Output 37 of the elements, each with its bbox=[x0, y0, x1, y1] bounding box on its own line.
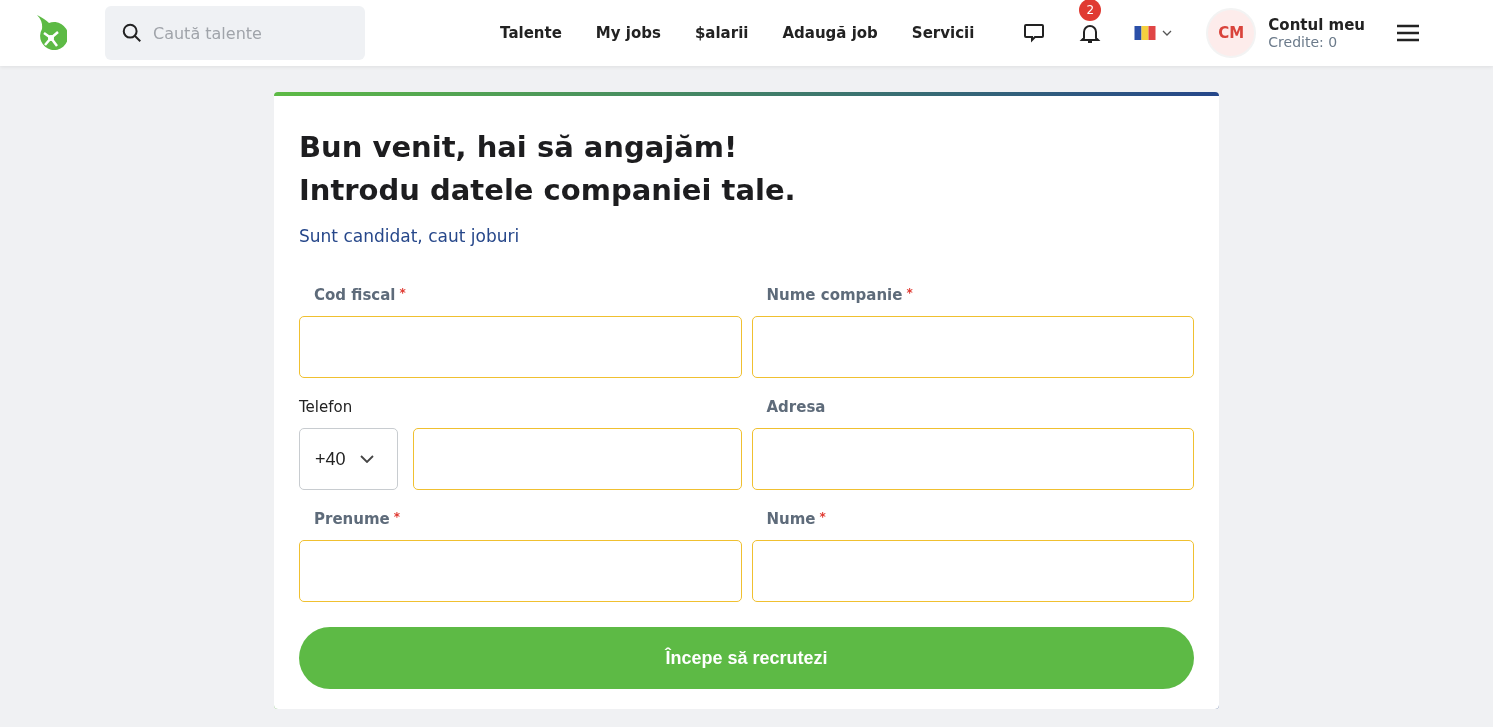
text-input[interactable] bbox=[751, 540, 1194, 602]
required-mark: * bbox=[393, 510, 400, 524]
text-input[interactable] bbox=[751, 316, 1194, 378]
chevron-down-icon bbox=[1162, 30, 1173, 36]
required-mark: * bbox=[906, 286, 913, 300]
phone-input[interactable] bbox=[413, 428, 742, 490]
required-mark: * bbox=[819, 510, 826, 524]
user-avatar[interactable]: CM bbox=[1206, 8, 1257, 58]
account-title[interactable]: Contul meu bbox=[1268, 16, 1365, 34]
nav-link[interactable]: $alarii bbox=[678, 24, 765, 42]
field-label: Cod fiscal bbox=[314, 286, 396, 304]
nav-link[interactable]: Servicii bbox=[895, 24, 991, 42]
text-input[interactable] bbox=[299, 316, 742, 378]
field-label: Nume companie bbox=[766, 286, 903, 304]
required-mark: * bbox=[399, 286, 406, 300]
search-field[interactable]: Caută talente bbox=[105, 6, 365, 60]
text-input[interactable] bbox=[751, 428, 1194, 490]
nav-link[interactable]: Adaugă job bbox=[766, 24, 894, 42]
chevron-down-icon bbox=[359, 455, 374, 463]
form-title: Introdu datele companiei tale. bbox=[299, 172, 797, 209]
nav-link[interactable]: Talente bbox=[484, 24, 578, 42]
field-label: Telefon bbox=[299, 398, 353, 416]
flag-icon bbox=[1134, 26, 1157, 40]
menu-icon bbox=[1397, 24, 1419, 42]
field-label: Prenume bbox=[314, 510, 390, 528]
chat-icon bbox=[1022, 21, 1047, 45]
nav-link[interactable]: My jobs bbox=[579, 24, 677, 42]
country-code-select[interactable]: +40 bbox=[299, 428, 398, 490]
search-input[interactable]: Caută talente bbox=[153, 6, 349, 60]
candidate-link[interactable]: Sunt candidat, caut joburi bbox=[299, 226, 520, 246]
form-title: Bun venit, hai să angajăm! bbox=[299, 129, 739, 166]
search-icon bbox=[121, 22, 143, 44]
credits-text: Credite: 0 bbox=[1268, 34, 1339, 50]
field-label: Adresa bbox=[766, 398, 826, 416]
notification-badge: 2 bbox=[1079, 0, 1102, 21]
text-input[interactable] bbox=[299, 540, 742, 602]
field-label: Nume bbox=[766, 510, 816, 528]
